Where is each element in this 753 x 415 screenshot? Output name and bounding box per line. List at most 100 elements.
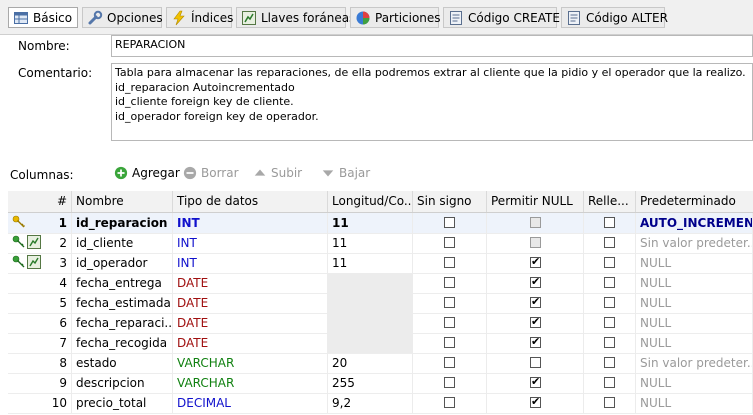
checkbox[interactable] bbox=[530, 217, 541, 228]
table-row[interactable]: 1 id_reparacion INT 11 AUTO_INCREMENT bbox=[8, 213, 753, 234]
table-row[interactable]: 8 estado VARCHAR 20 Sin valor predeter... bbox=[8, 353, 753, 374]
cell-length[interactable] bbox=[328, 313, 413, 333]
cell-name[interactable]: fecha_estimada bbox=[72, 293, 173, 313]
checkbox[interactable]: ✔ bbox=[530, 255, 541, 268]
cell-name[interactable]: estado bbox=[72, 353, 173, 373]
cell-unsigned[interactable] bbox=[413, 253, 487, 273]
cell-type[interactable]: DATE bbox=[173, 293, 328, 313]
tab-codigo-alter[interactable]: Código ALTER bbox=[561, 7, 668, 28]
cell-type[interactable]: DECIMAL bbox=[173, 393, 328, 413]
cell-num[interactable]: 6 bbox=[8, 313, 72, 333]
checkbox[interactable] bbox=[604, 297, 615, 308]
checkbox[interactable] bbox=[604, 217, 615, 228]
header-unsigned[interactable]: Sin signo bbox=[413, 191, 487, 212]
checkbox[interactable] bbox=[530, 357, 541, 368]
cell-default[interactable]: NULL bbox=[636, 333, 753, 353]
cell-num[interactable]: 3 bbox=[8, 253, 72, 273]
cell-name[interactable]: id_operador bbox=[72, 253, 173, 273]
cell-type[interactable]: INT bbox=[173, 233, 328, 253]
header-name[interactable]: Nombre bbox=[72, 191, 173, 212]
cell-default[interactable]: NULL bbox=[636, 393, 753, 413]
cell-zerofill[interactable] bbox=[584, 233, 636, 253]
cell-length[interactable] bbox=[328, 333, 413, 353]
cell-name[interactable]: fecha_recogida bbox=[72, 333, 173, 353]
cell-type[interactable]: INT bbox=[173, 213, 328, 233]
cell-num[interactable]: 7 bbox=[8, 333, 72, 353]
cell-default[interactable]: Sin valor predeter... bbox=[636, 353, 753, 373]
checkbox[interactable] bbox=[530, 237, 541, 248]
move-up-button[interactable]: Subir bbox=[253, 166, 302, 180]
cell-length[interactable]: 20 bbox=[328, 353, 413, 373]
checkbox[interactable] bbox=[444, 397, 455, 408]
checkbox[interactable]: ✔ bbox=[530, 375, 541, 388]
cell-length[interactable]: 255 bbox=[328, 373, 413, 393]
checkbox[interactable] bbox=[444, 237, 455, 248]
cell-type[interactable]: VARCHAR bbox=[173, 353, 328, 373]
header-length[interactable]: Longitud/Co... bbox=[328, 191, 413, 212]
header-zerofill[interactable]: Relle... bbox=[584, 191, 636, 212]
cell-allow-null[interactable]: ✔ bbox=[487, 333, 584, 353]
checkbox[interactable] bbox=[444, 297, 455, 308]
cell-zerofill[interactable] bbox=[584, 333, 636, 353]
checkbox[interactable] bbox=[604, 337, 615, 348]
cell-default[interactable]: NULL bbox=[636, 253, 753, 273]
cell-default[interactable]: NULL bbox=[636, 313, 753, 333]
checkbox[interactable] bbox=[444, 277, 455, 288]
cell-unsigned[interactable] bbox=[413, 213, 487, 233]
cell-type[interactable]: VARCHAR bbox=[173, 373, 328, 393]
cell-num[interactable]: 2 bbox=[8, 233, 72, 253]
checkbox[interactable]: ✔ bbox=[530, 295, 541, 308]
cell-length[interactable]: 11 bbox=[328, 213, 413, 233]
cell-zerofill[interactable] bbox=[584, 273, 636, 293]
cell-num[interactable]: 5 bbox=[8, 293, 72, 313]
checkbox[interactable] bbox=[604, 237, 615, 248]
table-row[interactable]: 4 fecha_entrega DATE ✔ NULL bbox=[8, 273, 753, 294]
cell-length[interactable] bbox=[328, 273, 413, 293]
table-row[interactable]: 9 descripcion VARCHAR 255 ✔ NULL bbox=[8, 373, 753, 394]
move-down-button[interactable]: Bajar bbox=[321, 166, 370, 180]
cell-allow-null[interactable]: ✔ bbox=[487, 373, 584, 393]
cell-num[interactable]: 1 bbox=[8, 213, 72, 233]
checkbox[interactable]: ✔ bbox=[530, 275, 541, 288]
cell-allow-null[interactable] bbox=[487, 233, 584, 253]
cell-allow-null[interactable]: ✔ bbox=[487, 253, 584, 273]
checkbox[interactable] bbox=[444, 337, 455, 348]
cell-allow-null[interactable]: ✔ bbox=[487, 393, 584, 413]
cell-zerofill[interactable] bbox=[584, 313, 636, 333]
checkbox[interactable] bbox=[444, 257, 455, 268]
checkbox[interactable] bbox=[604, 397, 615, 408]
comment-textarea[interactable]: Tabla para almacenar las reparaciones, d… bbox=[111, 63, 753, 141]
cell-type[interactable]: DATE bbox=[173, 313, 328, 333]
cell-default[interactable]: NULL bbox=[636, 293, 753, 313]
tab-indices[interactable]: Índices bbox=[166, 7, 233, 28]
cell-unsigned[interactable] bbox=[413, 373, 487, 393]
cell-name[interactable]: fecha_reparaci... bbox=[72, 313, 173, 333]
cell-zerofill[interactable] bbox=[584, 373, 636, 393]
checkbox[interactable] bbox=[604, 357, 615, 368]
cell-zerofill[interactable] bbox=[584, 253, 636, 273]
cell-unsigned[interactable] bbox=[413, 353, 487, 373]
cell-default[interactable]: AUTO_INCREMENT bbox=[636, 213, 753, 233]
name-input[interactable]: REPARACION bbox=[111, 35, 753, 57]
tab-particiones[interactable]: Particiones bbox=[350, 7, 441, 28]
add-column-button[interactable]: Agregar bbox=[114, 166, 180, 180]
header-type[interactable]: Tipo de datos bbox=[173, 191, 328, 212]
checkbox[interactable]: ✔ bbox=[530, 315, 541, 328]
checkbox[interactable] bbox=[604, 257, 615, 268]
cell-num[interactable]: 9 bbox=[8, 373, 72, 393]
cell-length[interactable]: 9,2 bbox=[328, 393, 413, 413]
header-num[interactable]: # bbox=[8, 191, 72, 212]
tab-basico[interactable]: Básico bbox=[8, 7, 78, 28]
table-row[interactable]: 3 id_operador INT 11 ✔ NULL bbox=[8, 253, 753, 274]
checkbox[interactable] bbox=[604, 377, 615, 388]
checkbox[interactable] bbox=[444, 317, 455, 328]
table-row[interactable]: 5 fecha_estimada DATE ✔ NULL bbox=[8, 293, 753, 314]
cell-name[interactable]: id_cliente bbox=[72, 233, 173, 253]
table-row[interactable]: 2 id_cliente INT 11 Sin valor predeter... bbox=[8, 233, 753, 254]
cell-length[interactable] bbox=[328, 293, 413, 313]
tab-opciones[interactable]: Opciones bbox=[82, 7, 163, 28]
cell-num[interactable]: 10 bbox=[8, 393, 72, 413]
cell-length[interactable]: 11 bbox=[328, 253, 413, 273]
cell-default[interactable]: NULL bbox=[636, 373, 753, 393]
checkbox[interactable] bbox=[444, 377, 455, 388]
